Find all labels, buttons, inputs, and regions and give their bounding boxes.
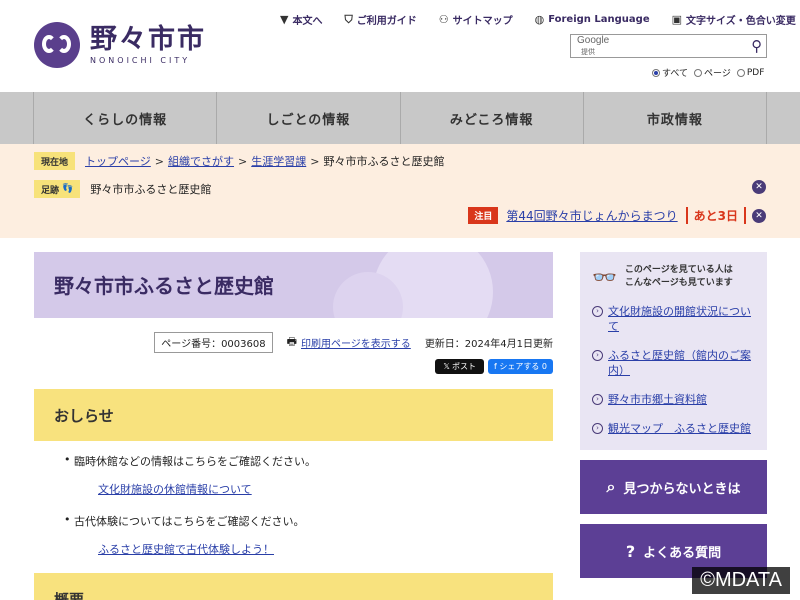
notice-label: 注目 (468, 207, 499, 224)
page-number: ページ番号：0003608 (154, 332, 273, 353)
page-title: 野々市市ふるさと歴史館 (54, 274, 274, 298)
footprints-icon: 👣 (62, 184, 74, 194)
down-arrow-icon: ▼ (280, 13, 289, 26)
sns-buttons: 𝕏 ポスト f シェアする 0 (34, 359, 553, 374)
search-scope: すべて ページ PDF (652, 66, 764, 79)
breadcrumb-current: 野々市市ふるさと歴史館 (323, 155, 445, 168)
related-pages: 👓 このページを見ている人は こんなページも見ています › 文化財施設の開館状況につ… (580, 252, 767, 450)
current-location-label: 現在地 (34, 152, 76, 170)
sitemap-icon: ⚇ (438, 13, 449, 26)
breadcrumb-area: 現在地 トップページ > 組織でさがす > 生涯学習課 > 野々市市ふるさと歴史… (0, 144, 800, 238)
util-sitemap[interactable]: ⚇ サイトマップ (439, 12, 513, 27)
page-meta: ページ番号：0003608 🖶 印刷用ページを表示する 更新日：2024年4月1… (34, 332, 553, 353)
gnav-sights[interactable]: みどころ情報 (401, 92, 584, 144)
search-brand: Google提供 (577, 35, 610, 56)
footprint: 足跡 👣 野々市市ふるさと歴史館 (34, 180, 211, 198)
notice-close-icon[interactable]: ✕ (752, 208, 766, 223)
arrow-right-icon: › (592, 394, 603, 405)
sidebar: 👓 このページを見ている人は こんなページも見ています › 文化財施設の開館状況につ… (580, 252, 767, 578)
related-item[interactable]: › ふるさと歴史館（館内のご案内） (592, 348, 757, 378)
global-nav: くらしの情報 しごとの情報 みどころ情報 市政情報 (0, 92, 800, 144)
x-post-button[interactable]: 𝕏 ポスト (435, 359, 484, 374)
gnav-city-admin[interactable]: 市政情報 (584, 92, 767, 144)
font-size-icon: ▣ (671, 13, 683, 26)
arrow-right-icon: › (592, 306, 603, 317)
closure-info-link[interactable]: 文化財施設の休館情報について (98, 481, 553, 497)
notice-bar: 注目 第44回野々市じょんからまつり あと3日 ✕ (468, 207, 766, 224)
print-link[interactable]: 印刷用ページを表示する (301, 335, 411, 350)
footprint-item[interactable]: 野々市市ふるさと歴史館 (90, 181, 211, 197)
related-heading: 👓 このページを見ている人は こんなページも見ています (592, 264, 733, 289)
binoculars-icon: 👓 (592, 264, 617, 289)
footprint-label: 足跡 👣 (34, 180, 81, 198)
footprint-close-icon[interactable]: ✕ (752, 180, 766, 194)
city-emblem-icon (34, 22, 80, 68)
main-content: 野々市市ふるさと歴史館 ページ番号：0003608 🖶 印刷用ページを表示する … (34, 252, 553, 600)
site-header: 野々市市 NONOICHI CITY ▼ 本文へ ⛉ ご利用ガイド ⚇ サイトマ… (0, 0, 800, 92)
overview-heading: 概要 (34, 573, 553, 600)
not-found-button[interactable]: ⌕ 見つからないときは (580, 460, 767, 514)
util-font-size[interactable]: ▣ 文字サイズ・色合い変更 (672, 12, 796, 27)
related-item[interactable]: › 文化財施設の開館状況について (592, 304, 757, 334)
site-logo[interactable]: 野々市市 NONOICHI CITY (34, 22, 206, 68)
breadcrumb: 現在地 トップページ > 組織でさがす > 生涯学習課 > 野々市市ふるさと歴史… (34, 152, 444, 170)
printer-icon: 🖶 (286, 335, 297, 348)
scope-page[interactable]: ページ (694, 66, 731, 79)
page-title-band: 野々市市ふるさと歴史館 (34, 252, 553, 318)
news-list: 臨時休館などの情報はこちらをご確認ください。 文化財施設の休館情報について 古代… (34, 441, 553, 557)
gnav-work[interactable]: しごとの情報 (217, 92, 401, 144)
globe-icon: ◍ (534, 13, 545, 26)
arrow-right-icon: › (592, 423, 603, 434)
news-heading: おしらせ (34, 389, 553, 441)
facebook-share-button[interactable]: f シェアする 0 (488, 359, 553, 374)
notice-link[interactable]: 第44回野々市じょんからまつり (506, 207, 677, 224)
breadcrumb-top[interactable]: トップページ (85, 153, 151, 169)
util-skip-to-content[interactable]: ▼ 本文へ (280, 12, 322, 27)
util-guide[interactable]: ⛉ ご利用ガイド (344, 12, 416, 28)
ancient-experience-link[interactable]: ふるさと歴史館で古代体験しよう！ (98, 541, 553, 557)
search-input[interactable] (615, 36, 748, 56)
site-search: Google提供 ⚲ (570, 34, 767, 58)
breadcrumb-lifelong-learning[interactable]: 生涯学習課 (251, 153, 306, 169)
days-left-badge: あと3日 (685, 207, 746, 224)
list-item: 古代体験についてはこちらをご確認ください。 ふるさと歴史館で古代体験しよう！ (64, 513, 553, 557)
search-icon[interactable]: ⚲ (748, 35, 766, 57)
arrow-right-icon: › (592, 350, 603, 361)
guide-icon: ⛉ (344, 12, 353, 26)
scope-pdf[interactable]: PDF (736, 66, 764, 79)
scope-all[interactable]: すべて (652, 66, 688, 79)
question-icon: ? (625, 541, 636, 561)
related-item[interactable]: › 野々市市郷土資料館 (592, 392, 757, 407)
list-item: 臨時休館などの情報はこちらをご確認ください。 文化財施設の休館情報について (64, 453, 553, 497)
watermark: ©MDATA (692, 567, 790, 594)
gnav-living[interactable]: くらしの情報 (34, 92, 218, 144)
util-foreign-language[interactable]: ◍ Foreign Language (535, 12, 650, 27)
utility-nav: ▼ 本文へ ⛉ ご利用ガイド ⚇ サイトマップ ◍ Foreign Langua… (280, 12, 796, 28)
site-name: 野々市市 (90, 24, 206, 55)
search-help-icon: ⌕ (606, 477, 616, 496)
updated-date: 更新日：2024年4月1日更新 (424, 339, 553, 350)
site-name-en: NONOICHI CITY (90, 56, 191, 65)
breadcrumb-organization[interactable]: 組織でさがす (168, 153, 234, 169)
related-item[interactable]: › 観光マップ ふるさと歴史館 (592, 421, 757, 436)
